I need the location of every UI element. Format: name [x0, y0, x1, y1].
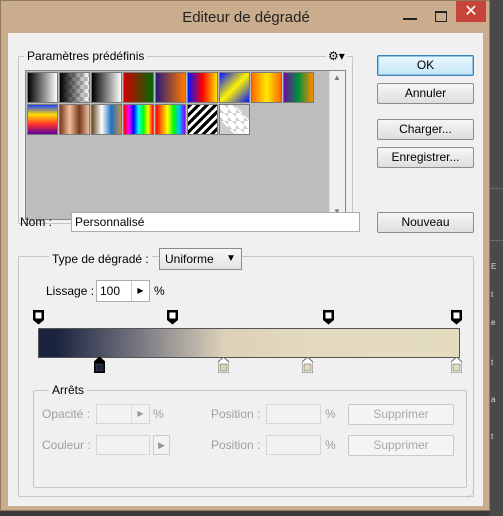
gradient-type-value: Uniforme	[165, 252, 214, 266]
preset-swatch-spectrum[interactable]	[123, 104, 154, 135]
ok-button[interactable]: OK	[377, 55, 474, 76]
presets-grid: ▲ ▼	[25, 70, 346, 220]
resize-grip-icon[interactable]: ⋰	[466, 491, 474, 500]
preset-swatch-transparent-stripes[interactable]	[187, 104, 218, 135]
preset-swatch-blue-red-yellow[interactable]	[187, 72, 218, 103]
preset-swatch-yellow-violet-orange-blue[interactable]	[27, 104, 58, 135]
save-button[interactable]: Enregistrer...	[377, 147, 474, 168]
color-label: Couleur :	[42, 438, 91, 452]
close-button[interactable]: ✕	[456, 1, 486, 22]
preset-swatch-transparent[interactable]	[219, 104, 250, 135]
opacity-position-label: Position :	[211, 407, 261, 421]
color-stop[interactable]	[93, 356, 106, 376]
opacity-stop[interactable]	[167, 310, 179, 328]
gradient-ramp[interactable]	[38, 328, 460, 358]
preset-swatch-white-black[interactable]	[91, 72, 122, 103]
close-icon: ✕	[464, 1, 478, 20]
color-menu-arrow-icon[interactable]: ▶	[153, 435, 170, 455]
opacity-position-unit: %	[325, 407, 336, 421]
smoothness-slider-arrow-icon[interactable]: ▶	[131, 281, 149, 301]
color-stop[interactable]	[450, 356, 463, 376]
new-button[interactable]: Nouveau	[377, 212, 474, 233]
maximize-icon[interactable]	[435, 11, 447, 22]
delete-opacity-stop-button[interactable]: Supprimer	[348, 404, 454, 425]
chevron-down-icon: ▼	[226, 253, 236, 264]
presets-scrollbar[interactable]: ▲ ▼	[329, 71, 345, 219]
preset-swatch-blue-yellow-blue[interactable]	[219, 72, 250, 103]
preset-swatch-black-white[interactable]	[27, 72, 58, 103]
preset-swatch-violet-green-orange[interactable]	[283, 72, 314, 103]
color-position-unit: %	[325, 438, 336, 452]
opacity-stop[interactable]	[450, 310, 462, 328]
name-input[interactable]: Personnalisé	[71, 212, 360, 232]
color-swatch[interactable]	[96, 435, 150, 455]
smoothness-label: Lissage :	[46, 284, 95, 298]
dialog-content: Paramètres prédéfinis ⚙▾ ▲ ▼ OK Annuler …	[8, 33, 483, 506]
cancel-button[interactable]: Annuler	[377, 83, 474, 104]
gradient-type-select[interactable]: Uniforme ▼	[159, 248, 242, 270]
smoothness-input[interactable]: 100 ▶	[96, 280, 150, 302]
preset-swatch-copper[interactable]	[59, 104, 90, 135]
stops-label: Arrêts	[49, 383, 88, 397]
window-title: Editeur de dégradé	[182, 9, 310, 26]
gradient-type-label: Type de dégradé :	[49, 252, 152, 266]
color-position-input[interactable]	[266, 435, 321, 455]
opacity-position-input[interactable]	[266, 404, 321, 424]
opacity-stop[interactable]	[33, 310, 44, 328]
background-app-strip: E t e t a t	[490, 0, 503, 516]
gear-icon[interactable]: ⚙▾	[326, 49, 347, 63]
load-button[interactable]: Charger...	[377, 119, 474, 140]
opacity-stop[interactable]	[322, 310, 334, 328]
delete-color-stop-button[interactable]: Supprimer	[348, 435, 454, 456]
smoothness-unit: %	[154, 284, 165, 298]
gradient-editor-dialog: Editeur de dégradé ✕ Paramètres prédéfin…	[0, 0, 490, 511]
opacity-label: Opacité :	[42, 407, 91, 421]
opacity-input[interactable]: ▶	[96, 404, 150, 424]
name-label: Nom :	[20, 215, 53, 229]
preset-swatch-violet-orange[interactable]	[155, 72, 186, 103]
preset-swatch-chrome[interactable]	[91, 104, 122, 135]
minimize-icon[interactable]	[403, 18, 417, 20]
opacity-arrow-icon[interactable]: ▶	[131, 405, 149, 423]
preset-swatch-orange-yellow-orange[interactable]	[251, 72, 282, 103]
scroll-up-icon[interactable]: ▲	[333, 73, 341, 82]
preset-swatch-transparent-rainbow[interactable]	[155, 104, 186, 135]
opacity-unit: %	[153, 407, 164, 421]
title-bar: Editeur de dégradé ✕	[1, 1, 491, 33]
color-stop[interactable]	[217, 356, 230, 376]
preset-swatch-black-transparent[interactable]	[59, 72, 90, 103]
presets-label: Paramètres prédéfinis	[24, 49, 148, 63]
color-stop[interactable]	[301, 356, 314, 376]
preset-swatch-red-green[interactable]	[123, 72, 154, 103]
smoothness-value: 100	[100, 284, 121, 298]
color-position-label: Position :	[211, 438, 261, 452]
